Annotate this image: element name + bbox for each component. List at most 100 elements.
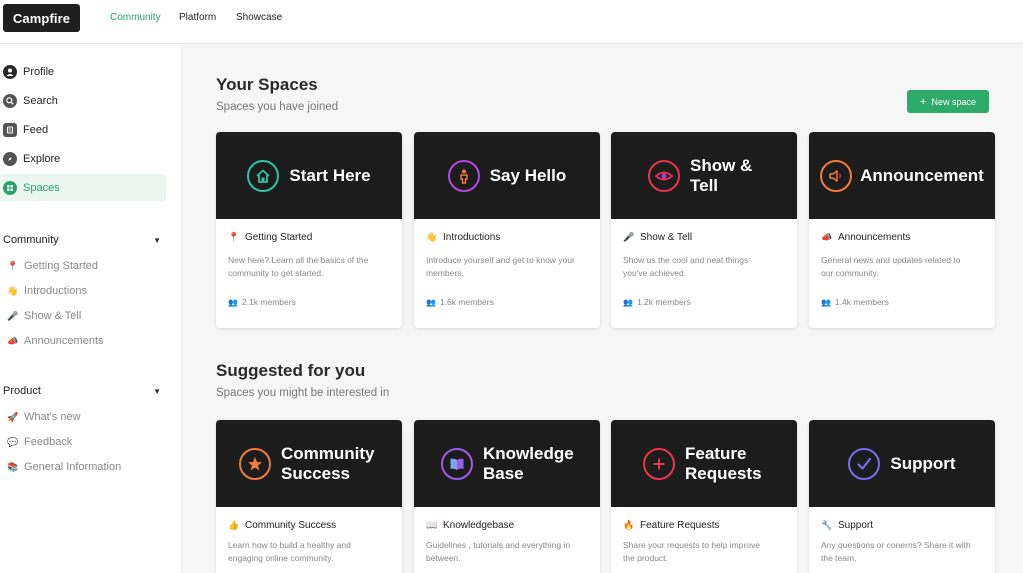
card-banner-title: Community Success bbox=[281, 443, 375, 483]
your-spaces-subtitle: Spaces you have joined bbox=[216, 101, 339, 113]
card-description: Share your requests to help improve the … bbox=[623, 540, 761, 563]
card-banner-title: Announcement bbox=[860, 165, 984, 185]
star-icon bbox=[239, 447, 271, 480]
open-book-icon: 📖 bbox=[426, 520, 438, 530]
sidebar-item-label: Search bbox=[23, 94, 58, 107]
microphone-icon: 🎤 bbox=[623, 232, 635, 242]
microphone-icon: 🎤 bbox=[7, 310, 19, 321]
speech-bubble-icon: 💬 bbox=[7, 436, 19, 447]
space-card-support[interactable]: Support 🔧 Support Any questions or conern… bbox=[809, 420, 995, 573]
plus-icon: + bbox=[920, 95, 927, 108]
chevron-down-icon: ▼ bbox=[153, 386, 161, 396]
space-card-show-tell[interactable]: Show & Tell 🎤 Show & Tell Show us the coo… bbox=[611, 132, 797, 328]
sidebar-item-label: Show & Tell bbox=[24, 310, 82, 322]
card-title: 📍 Getting Started bbox=[228, 232, 313, 243]
nav-showcase[interactable]: Showcase bbox=[236, 12, 282, 23]
card-banner: Show & Tell bbox=[611, 132, 797, 219]
sidebar-item-getting-started[interactable]: 📍 Getting Started bbox=[7, 260, 98, 272]
card-description: Any questions or conerns? Share it with … bbox=[821, 540, 971, 563]
space-card-getting-started[interactable]: Start Here 📍 Getting Started New here? Le… bbox=[216, 132, 402, 328]
product-section-toggle[interactable]: Product ▼ bbox=[3, 385, 161, 397]
sidebar-item-feedback[interactable]: 💬 Feedback bbox=[7, 436, 72, 448]
sidebar-item-explore[interactable]: Explore bbox=[0, 145, 166, 172]
card-banner-title: Knowledge Base bbox=[483, 443, 574, 483]
card-title: 🔥 Feature Requests bbox=[623, 520, 720, 531]
megaphone-icon bbox=[820, 159, 853, 192]
megaphone-icon: 📣 bbox=[821, 232, 833, 242]
search-icon bbox=[3, 93, 17, 108]
sidebar-item-search[interactable]: Search bbox=[0, 87, 166, 114]
card-banner-title: Say Hello bbox=[489, 165, 567, 185]
people-icon: 👥 bbox=[426, 297, 436, 307]
new-space-label: New space bbox=[931, 96, 976, 107]
card-description: New here? Learn all the basics of the co… bbox=[228, 255, 369, 278]
grid-icon bbox=[3, 180, 17, 195]
home-icon bbox=[247, 159, 280, 192]
sidebar-item-profile[interactable]: Profile bbox=[0, 58, 166, 85]
community-section-toggle[interactable]: Community ▼ bbox=[3, 234, 161, 246]
new-space-button[interactable]: + New space bbox=[907, 90, 989, 113]
suggested-subtitle: Spaces you might be interested in bbox=[216, 387, 390, 399]
your-spaces-heading: Your Spaces bbox=[216, 75, 318, 94]
member-count: 👥 1.6k members bbox=[426, 297, 494, 307]
people-icon: 👥 bbox=[821, 297, 831, 307]
people-icon: 👥 bbox=[623, 297, 633, 307]
member-count: 👥 2.1k members bbox=[228, 297, 296, 307]
card-description: Learn how to build a healthy and engagin… bbox=[228, 540, 351, 563]
card-banner: Say Hello bbox=[414, 132, 600, 219]
space-card-feature-requests[interactable]: Feature Requests 🔥 Feature Requests Share… bbox=[611, 420, 797, 573]
card-banner: Support bbox=[809, 420, 995, 507]
sidebar-item-label: What's new bbox=[24, 411, 81, 423]
space-card-announcements[interactable]: Announcement 📣 Announcements General news… bbox=[809, 132, 995, 328]
person-icon bbox=[447, 159, 480, 192]
card-banner-title: Support bbox=[890, 453, 956, 473]
card-banner: Community Success bbox=[216, 420, 402, 507]
card-title: 👍 Community Success bbox=[228, 520, 337, 531]
space-card-knowledgebase[interactable]: Knowledge Base 📖 Knowledgebase Guidelines… bbox=[414, 420, 600, 573]
user-icon bbox=[3, 64, 17, 79]
member-count: 👥 1.2k members bbox=[623, 297, 691, 307]
sidebar-item-show-tell[interactable]: 🎤 Show & Tell bbox=[7, 310, 81, 322]
rocket-icon: 🚀 bbox=[7, 411, 19, 422]
check-circle-icon bbox=[848, 447, 881, 480]
card-banner-title: Show & Tell bbox=[690, 155, 753, 195]
sidebar-item-announcements[interactable]: 📣 Announcements bbox=[7, 335, 104, 347]
card-banner: Feature Requests bbox=[611, 420, 797, 507]
sidebar-item-label: Announcements bbox=[24, 335, 104, 347]
chevron-down-icon: ▼ bbox=[153, 235, 161, 245]
card-banner: Announcement bbox=[809, 132, 995, 219]
wave-icon: 👋 bbox=[7, 285, 19, 296]
wave-icon: 👋 bbox=[426, 232, 438, 242]
space-card-introductions[interactable]: Say Hello 👋 Introductions Introduce yours… bbox=[414, 132, 600, 328]
pin-icon: 📍 bbox=[228, 232, 240, 242]
nav-community[interactable]: Community bbox=[110, 12, 161, 23]
space-card-community-success[interactable]: Community Success 👍 Community Success Lea… bbox=[216, 420, 402, 573]
sidebar-item-label: Explore bbox=[23, 152, 61, 165]
sidebar-item-whats-new[interactable]: 🚀 What's new bbox=[7, 411, 81, 423]
sidebar-item-label: Introductions bbox=[24, 285, 87, 297]
fire-icon: 🔥 bbox=[623, 520, 635, 530]
sidebar-item-feed[interactable]: Feed bbox=[0, 116, 166, 143]
top-bar: Campfire Community Platform Showcase bbox=[0, 0, 1023, 44]
card-banner: Start Here bbox=[216, 132, 402, 219]
sidebar-item-label: General Information bbox=[24, 461, 122, 473]
section-title: Product bbox=[3, 385, 41, 397]
thumbs-up-icon: 👍 bbox=[228, 520, 240, 530]
people-icon: 👥 bbox=[228, 297, 238, 307]
sidebar-item-general-information[interactable]: 📚 General Information bbox=[7, 461, 121, 473]
feed-icon bbox=[3, 122, 17, 137]
sidebar-item-spaces[interactable]: Spaces bbox=[0, 174, 166, 201]
card-description: General news and updates related to our … bbox=[821, 255, 961, 278]
card-banner: Knowledge Base bbox=[414, 420, 600, 507]
nav-platform[interactable]: Platform bbox=[179, 12, 216, 23]
sidebar-item-introductions[interactable]: 👋 Introductions bbox=[7, 285, 87, 297]
sidebar-item-label: Profile bbox=[23, 65, 55, 78]
sidebar: Profile Search Feed Explore Spaces Commu… bbox=[0, 44, 182, 573]
section-title: Community bbox=[3, 234, 59, 246]
book-icon bbox=[441, 447, 473, 480]
card-title: 🎤 Show & Tell bbox=[623, 232, 693, 243]
campfire-logo[interactable]: Campfire bbox=[3, 4, 80, 32]
suggested-heading: Suggested for you bbox=[216, 361, 366, 380]
card-description: Guidelines , tutorials and everything in… bbox=[426, 540, 571, 563]
compass-icon bbox=[3, 151, 17, 166]
